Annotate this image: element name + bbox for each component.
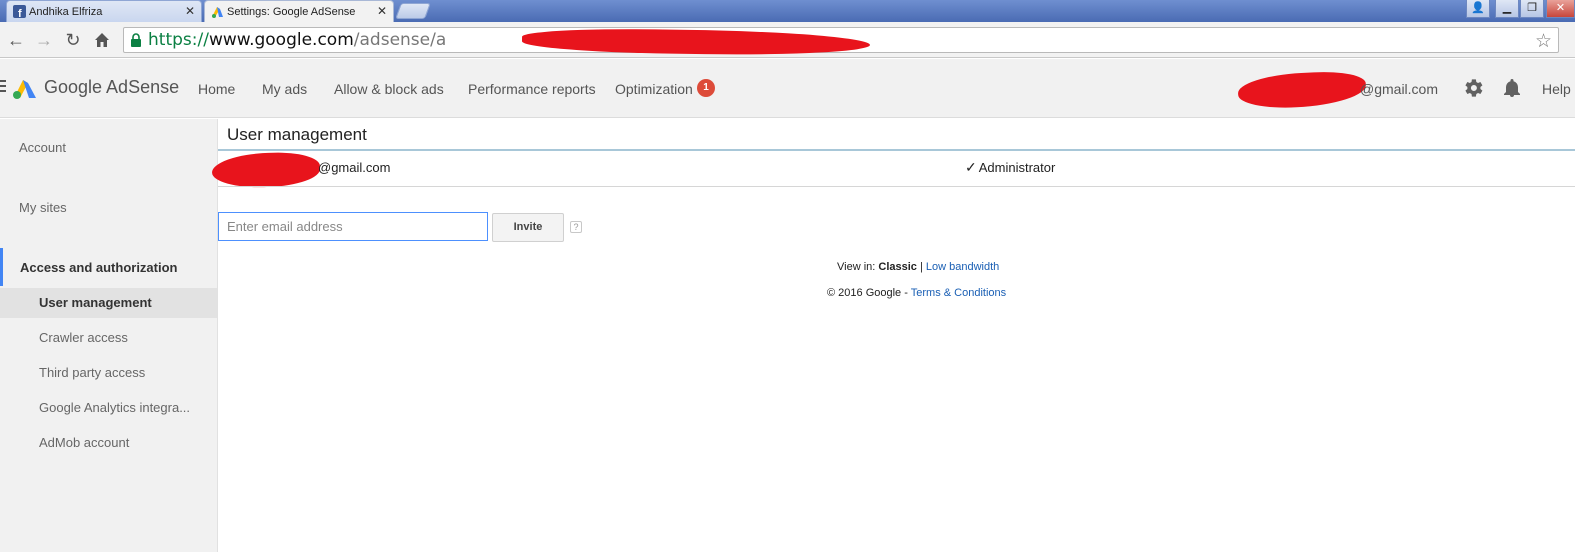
invite-button[interactable]: Invite: [492, 213, 564, 242]
divider: [218, 149, 1575, 151]
app-header: Google AdSense Home My ads Allow & block…: [0, 59, 1575, 118]
checkmark-icon: ✓: [965, 159, 977, 175]
sidebar-item-third-party-access[interactable]: Third party access: [39, 365, 145, 380]
close-icon[interactable]: ✕: [185, 4, 195, 18]
tab-title: Andhika Elfriza: [29, 5, 103, 18]
forward-arrow-icon[interactable]: →: [33, 30, 55, 50]
minimize-button[interactable]: ▁: [1495, 0, 1519, 18]
adsense-icon: [212, 7, 223, 18]
brand-title: Google AdSense: [44, 77, 180, 97]
redaction-mark: [521, 27, 871, 57]
tab-title: Settings: Google AdSense: [227, 5, 356, 18]
adsense-logo-icon: [13, 80, 36, 99]
facebook-icon: f: [13, 5, 26, 18]
reload-icon[interactable]: ↻: [62, 30, 84, 50]
sidebar-item-label: User management: [39, 295, 152, 310]
back-arrow-icon[interactable]: ←: [5, 30, 27, 50]
help-icon[interactable]: ?: [570, 221, 582, 233]
notification-badge: 1: [697, 79, 715, 97]
nav-home[interactable]: Home: [198, 81, 235, 97]
sidebar-section-access[interactable]: Access and authorization: [0, 248, 218, 286]
account-email[interactable]: @gmail.com: [1360, 81, 1438, 97]
view-classic: Classic: [878, 261, 917, 273]
nav-allow-block-ads[interactable]: Allow & block ads: [334, 81, 444, 97]
page-title: User management: [227, 125, 367, 144]
window-close-button[interactable]: ✕: [1546, 0, 1575, 18]
bookmark-star-icon[interactable]: ☆: [1535, 30, 1552, 52]
svg-text:f: f: [18, 8, 22, 18]
lock-icon: [131, 33, 141, 47]
sidebar-item-crawler-access[interactable]: Crawler access: [39, 330, 128, 345]
sidebar-item-user-management[interactable]: User management: [0, 288, 217, 318]
close-icon[interactable]: ✕: [377, 4, 387, 18]
sidebar-item-account[interactable]: Account: [19, 140, 66, 155]
role-label: Administrator: [978, 160, 1056, 175]
sidebar: Account My sites Access and authorizatio…: [0, 119, 218, 552]
low-bandwidth-link[interactable]: Low bandwidth: [926, 261, 999, 273]
help-link[interactable]: Help: [1542, 81, 1571, 97]
address-bar[interactable]: https://www.google.com/adsense/a ☆: [123, 27, 1559, 57]
menu-icon[interactable]: [0, 80, 6, 92]
sidebar-section-label: Access and authorization: [20, 260, 178, 275]
home-icon[interactable]: [91, 30, 113, 52]
separator: |: [919, 261, 923, 273]
browser-tab-facebook[interactable]: f Andhika Elfriza ✕: [6, 0, 202, 22]
browser-tab-adsense[interactable]: Settings: Google AdSense ✕: [204, 0, 394, 22]
nav-my-ads[interactable]: My ads: [262, 81, 307, 97]
redaction-mark: [211, 151, 321, 189]
new-tab-button[interactable]: [395, 3, 431, 19]
url-scheme: https://: [148, 30, 209, 50]
view-in-footer: View in: Classic | Low bandwidth: [837, 261, 999, 273]
redaction-mark: [1237, 69, 1367, 111]
restore-button[interactable]: ❐: [1520, 0, 1544, 18]
sidebar-item-admob-account[interactable]: AdMob account: [39, 435, 129, 450]
url-host: www.google.com: [208, 30, 354, 50]
divider: [218, 186, 1575, 187]
user-email: @gmail.com: [318, 160, 391, 175]
profile-icon[interactable]: 👤: [1466, 0, 1490, 18]
view-in-label: View in:: [837, 261, 876, 273]
url-path: /adsense/a: [353, 30, 447, 50]
sidebar-item-google-analytics[interactable]: Google Analytics integra...: [39, 400, 190, 415]
nav-performance-reports[interactable]: Performance reports: [468, 81, 596, 97]
bell-icon[interactable]: [1502, 78, 1522, 98]
gear-icon[interactable]: [1463, 78, 1483, 98]
user-role: ✓ Administrator: [965, 159, 1055, 176]
sidebar-item-my-sites[interactable]: My sites: [19, 200, 67, 215]
browser-toolbar: ← → ↻ https://www.google.com/adsense/a ☆: [0, 22, 1575, 58]
terms-link[interactable]: Terms & Conditions: [911, 287, 1006, 299]
browser-tab-strip: f Andhika Elfriza ✕ Settings: Google AdS…: [0, 0, 1575, 22]
copyright-text: © 2016 Google -: [827, 287, 908, 299]
copyright-footer: © 2016 Google - Terms & Conditions: [827, 287, 1006, 299]
invite-email-input[interactable]: [218, 212, 488, 241]
nav-optimization[interactable]: Optimization: [615, 81, 693, 97]
